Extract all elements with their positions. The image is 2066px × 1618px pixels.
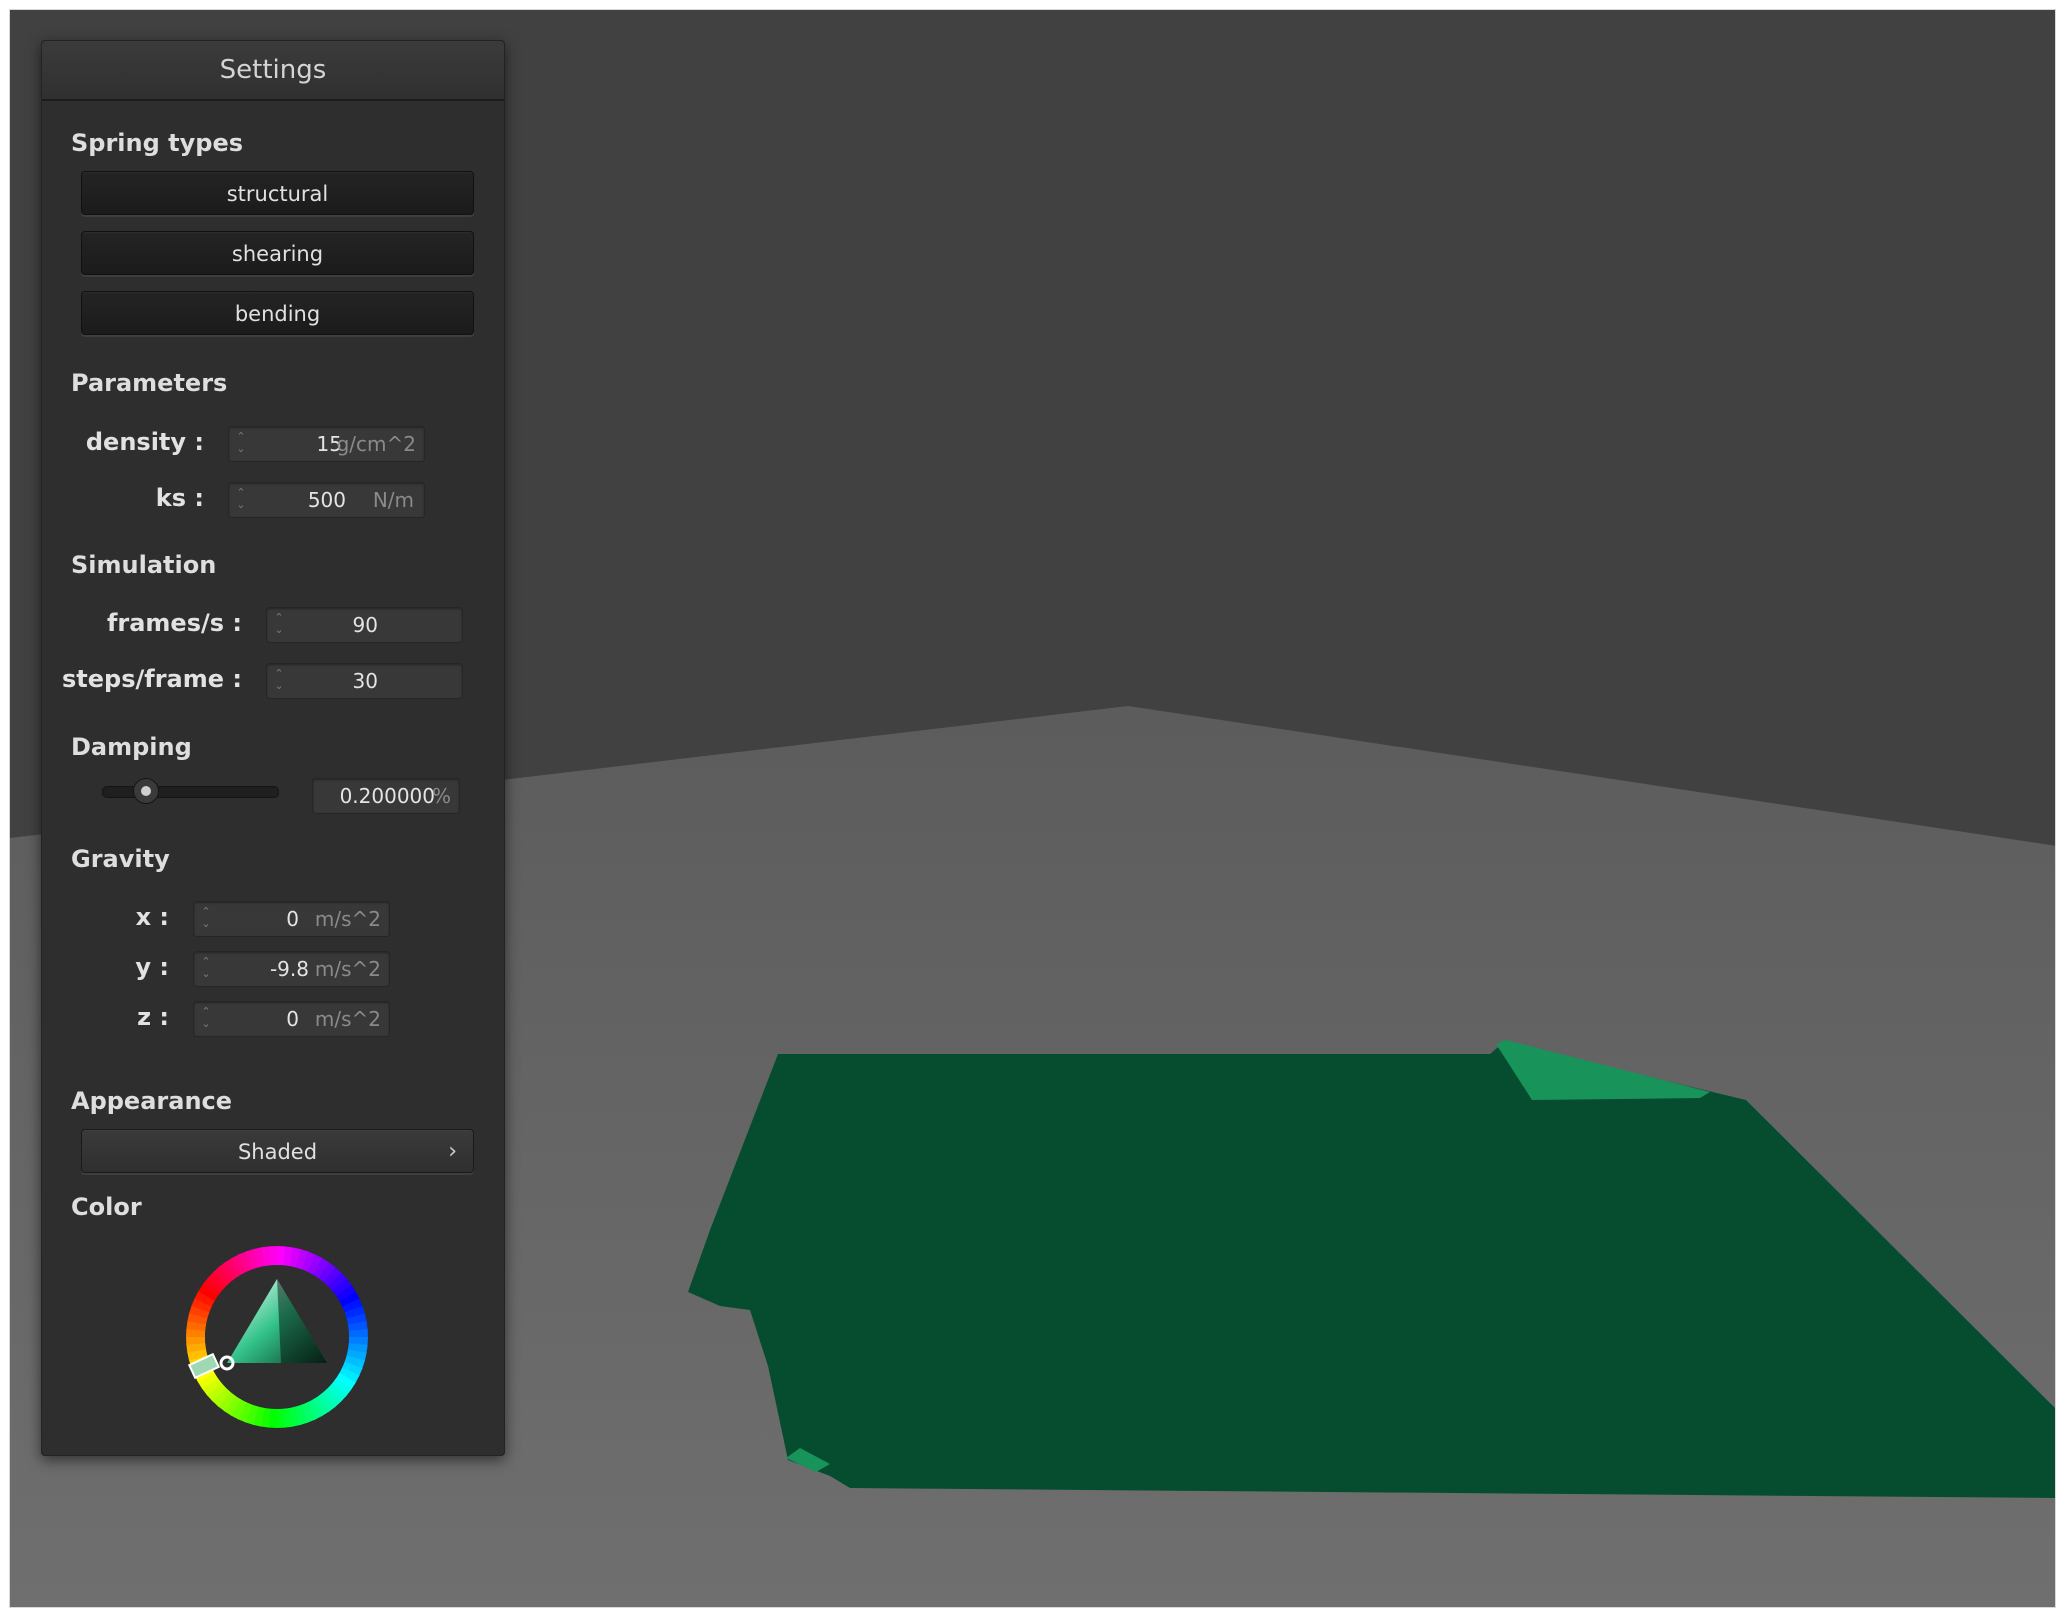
- steps-value: 30: [352, 669, 378, 693]
- fps-label: frames/s :: [106, 609, 242, 637]
- structural-button[interactable]: structural: [81, 171, 474, 215]
- appearance-selected-value: Shaded: [237, 1140, 318, 1164]
- section-color: Color: [71, 1193, 142, 1221]
- fps-value: 90: [352, 613, 378, 637]
- section-appearance: Appearance: [71, 1087, 233, 1115]
- steps-field[interactable]: ⌃ ⌄ 30: [266, 663, 463, 699]
- ks-field[interactable]: ⌃ ⌄ 500 N/m: [228, 482, 425, 518]
- ks-label: ks :: [155, 484, 204, 512]
- density-field[interactable]: ⌃ ⌄ 15 g/cm^2: [228, 426, 425, 462]
- gravity-z-field[interactable]: ⌃ ⌄ 0 m/s^2: [193, 1001, 390, 1037]
- spinner-arrows-icon[interactable]: ⌃ ⌄: [272, 668, 286, 694]
- gravity-x-label: x :: [135, 903, 169, 931]
- section-simulation: Simulation: [71, 551, 217, 579]
- gravity-x-value: 0: [286, 907, 299, 931]
- spinner-arrows-icon[interactable]: ⌃ ⌄: [234, 487, 248, 513]
- ks-value: 500: [307, 488, 346, 512]
- bending-button[interactable]: bending: [81, 291, 474, 335]
- steps-label: steps/frame :: [62, 665, 242, 693]
- gravity-y-unit: m/s^2: [314, 957, 381, 981]
- gravity-z-label: z :: [137, 1003, 169, 1031]
- section-gravity: Gravity: [71, 845, 170, 873]
- chevron-right-icon: ›: [448, 1139, 457, 1164]
- density-unit: g/cm^2: [336, 432, 416, 456]
- ks-unit: N/m: [372, 488, 414, 512]
- gravity-x-field[interactable]: ⌃ ⌄ 0 m/s^2: [193, 901, 390, 937]
- gravity-z-value: 0: [286, 1007, 299, 1031]
- spinner-arrows-icon[interactable]: ⌃ ⌄: [199, 956, 213, 982]
- section-damping: Damping: [71, 733, 192, 761]
- spinner-arrows-icon[interactable]: ⌃ ⌄: [234, 431, 248, 457]
- damping-field[interactable]: 0.200000 %: [312, 778, 460, 814]
- gravity-x-unit: m/s^2: [314, 907, 381, 931]
- damping-unit: %: [431, 784, 451, 808]
- damping-slider-track[interactable]: [102, 786, 279, 798]
- app-window: Settings Spring types structural shearin…: [9, 9, 2056, 1608]
- gravity-y-label: y :: [135, 953, 169, 981]
- gravity-y-field[interactable]: ⌃ ⌄ -9.8 m/s^2: [193, 951, 390, 987]
- damping-value: 0.200000: [339, 784, 435, 808]
- shearing-button[interactable]: shearing: [81, 231, 474, 275]
- gravity-z-unit: m/s^2: [314, 1007, 381, 1031]
- panel-title: Settings: [42, 41, 504, 101]
- section-spring-types: Spring types: [71, 129, 244, 157]
- spinner-arrows-icon[interactable]: ⌃ ⌄: [199, 1006, 213, 1032]
- damping-slider-handle[interactable]: [133, 778, 160, 804]
- fps-field[interactable]: ⌃ ⌄ 90: [266, 607, 463, 643]
- spinner-arrows-icon[interactable]: ⌃ ⌄: [272, 612, 286, 638]
- section-parameters: Parameters: [71, 369, 228, 397]
- settings-panel: Settings Spring types structural shearin…: [41, 40, 505, 1456]
- color-wheel[interactable]: [185, 1245, 369, 1429]
- appearance-select[interactable]: Shaded ›: [81, 1129, 474, 1173]
- gravity-y-value: -9.8: [269, 957, 309, 981]
- color-wheel-icon[interactable]: [185, 1245, 369, 1429]
- density-label: density :: [85, 428, 204, 456]
- spinner-arrows-icon[interactable]: ⌃ ⌄: [199, 906, 213, 932]
